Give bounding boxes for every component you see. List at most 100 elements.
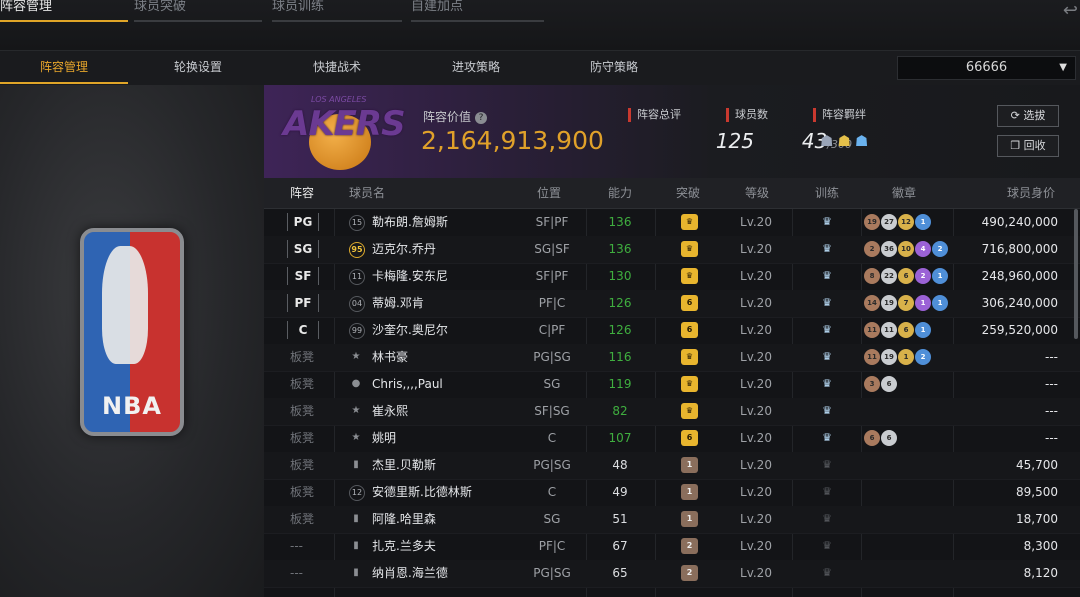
slot-badge: SG bbox=[287, 240, 319, 258]
header-ability[interactable]: 能力 bbox=[608, 178, 632, 208]
player-ability: 119 bbox=[608, 377, 632, 391]
badge-icon: 11 bbox=[881, 322, 897, 338]
slot-label: 板凳 bbox=[290, 485, 315, 499]
player-name[interactable]: Chris,,,,Paul bbox=[372, 371, 443, 398]
sub-tab-rotation[interactable]: 轮换设置 bbox=[138, 51, 258, 84]
header-name[interactable]: 球员名 bbox=[349, 178, 385, 208]
player-name[interactable]: 杰里.贝勒斯 bbox=[372, 452, 436, 479]
header-position[interactable]: 位置 bbox=[537, 178, 561, 208]
slot-label: 板凳 bbox=[290, 431, 315, 445]
exit-icon[interactable]: ↩ bbox=[1063, 0, 1078, 21]
slot-badge: C bbox=[287, 321, 319, 339]
header-slot[interactable]: 阵容 bbox=[290, 178, 314, 208]
slot-badge: PG bbox=[287, 213, 319, 231]
help-icon[interactable]: ? bbox=[475, 112, 488, 124]
slot-label: 板凳 bbox=[290, 458, 315, 472]
jersey-number-icon: ★ bbox=[351, 351, 361, 362]
player-level: Lv.20 bbox=[740, 323, 772, 337]
table-row[interactable]: 板凳 12 安德里斯.比德林斯 C 49 1 Lv.20 ♛ 89,500 bbox=[264, 479, 1080, 507]
recycle-button[interactable]: ❐ 回收 bbox=[997, 135, 1059, 157]
player-name[interactable]: 崔永熙 bbox=[372, 398, 408, 425]
top-tab-training[interactable]: 球员训练 bbox=[272, 0, 402, 22]
player-position: C bbox=[547, 485, 557, 499]
synergy-icon-1: ☗ bbox=[820, 132, 834, 150]
slot-label: --- bbox=[290, 566, 303, 580]
badge-icon: 1 bbox=[915, 214, 931, 230]
badge-icon: 19 bbox=[881, 349, 897, 365]
table-header: 阵容 球员名 位置 能力 突破 等级 训练 徽章 球员身价 bbox=[264, 178, 1080, 209]
top-tab-lineup[interactable]: 阵容管理 bbox=[0, 0, 128, 22]
lineup-dropdown[interactable]: 66666 ▼ bbox=[897, 56, 1076, 80]
badge-icon: 36 bbox=[881, 241, 897, 257]
nba-logo: NBA bbox=[80, 228, 184, 436]
sub-tab-offense[interactable]: 进攻策略 bbox=[416, 51, 536, 84]
player-name[interactable]: 卡梅隆.安东尼 bbox=[372, 263, 448, 290]
player-name[interactable]: 安德里斯.比德林斯 bbox=[372, 479, 472, 506]
player-value: 89,500 bbox=[1016, 485, 1058, 499]
badge-icon: 6 bbox=[881, 430, 897, 446]
player-name[interactable]: 姚明 bbox=[372, 425, 396, 452]
player-name[interactable]: 蒂姆.邓肯 bbox=[372, 290, 424, 317]
player-name[interactable]: 迈克尔.乔丹 bbox=[372, 236, 436, 263]
badge-icon: 2 bbox=[864, 241, 880, 257]
player-value: 45,700 bbox=[1016, 458, 1058, 472]
header-badges[interactable]: 徽章 bbox=[892, 178, 916, 208]
player-position: SF|PF bbox=[535, 215, 569, 229]
breakthrough-icon: ♛ bbox=[681, 376, 698, 392]
table-scrollbar[interactable] bbox=[1074, 209, 1078, 339]
training-icon: ♛ bbox=[822, 242, 832, 255]
table-row[interactable]: 板凳 ★ 林书豪 PG|SG 116 ♛ Lv.20 ♛ 11 19 1 2 --- bbox=[264, 344, 1080, 372]
table-row[interactable]: --- ▮ 纳肖恩.海兰德 PG|SG 65 2 Lv.20 ♛ 8,120 bbox=[264, 560, 1080, 588]
sub-tab-defense[interactable]: 防守策略 bbox=[554, 51, 674, 84]
table-row[interactable]: 板凳 ▮ 杰里.贝勒斯 PG|SG 48 1 Lv.20 ♛ 45,700 bbox=[264, 452, 1080, 480]
table-row[interactable]: C 99 沙奎尔.奥尼尔 C|PF 126 6 Lv.20 ♛ 11 11 6 1 259,520,00… bbox=[264, 317, 1080, 345]
player-value: 8,120 bbox=[1023, 566, 1058, 580]
top-nav: 阵容管理 球员突破 球员训练 自建加点 ↩ bbox=[0, 0, 1080, 50]
table-row[interactable]: 板凳 ● Chris,,,,Paul SG 119 ♛ Lv.20 ♛ 3 6 --- bbox=[264, 371, 1080, 399]
table-row[interactable]: SF 11 卡梅隆.安东尼 SF|PF 130 ♛ Lv.20 ♛ 8 22 6 2 1 248,960,… bbox=[264, 263, 1080, 291]
table-row[interactable]: 板凳 ★ 崔永熙 SF|SG 82 ♛ Lv.20 ♛ --- bbox=[264, 398, 1080, 426]
player-name[interactable]: 阿隆.哈里森 bbox=[372, 506, 436, 533]
synergy-icons[interactable]: ☗ ☗ ☗ bbox=[820, 132, 872, 150]
top-tab-custom-points[interactable]: 自建加点 bbox=[411, 0, 544, 22]
synergy-icon-2: ☗ bbox=[837, 132, 851, 150]
sub-tab-quick-tactics[interactable]: 快捷战术 bbox=[277, 51, 397, 84]
breakthrough-icon: ♛ bbox=[681, 214, 698, 230]
player-ability: 51 bbox=[612, 512, 628, 526]
slot-label: 板凳 bbox=[290, 512, 315, 526]
table-row[interactable]: 板凳 ★ 姚明 C 107 6 Lv.20 ♛ 6 6 --- bbox=[264, 425, 1080, 453]
table-row[interactable]: --- ▮ 扎克.兰多夫 PF|C 67 2 Lv.20 ♛ 8,300 bbox=[264, 533, 1080, 561]
badge-icon: 22 bbox=[881, 268, 897, 284]
badge-icon: 2 bbox=[915, 268, 931, 284]
player-value: --- bbox=[1045, 350, 1058, 364]
slot-label: 板凳 bbox=[290, 377, 315, 391]
player-level: Lv.20 bbox=[740, 242, 772, 256]
header-value[interactable]: 球员身价 bbox=[1007, 178, 1055, 208]
badge-icon: 7 bbox=[898, 295, 914, 311]
table-row[interactable]: PF 04 蒂姆.邓肯 PF|C 126 6 Lv.20 ♛ 14 19 7 1 1 306,240,00… bbox=[264, 290, 1080, 318]
table-row[interactable]: PG 15 勒布朗.詹姆斯 SF|PF 136 ♛ Lv.20 ♛ 19 27 12 1 490,240… bbox=[264, 209, 1080, 237]
jersey-number-icon: ★ bbox=[351, 432, 361, 443]
player-name[interactable]: 勒布朗.詹姆斯 bbox=[372, 209, 448, 236]
player-name[interactable]: 林书豪 bbox=[372, 344, 408, 371]
player-position: SG bbox=[543, 377, 561, 391]
header-level[interactable]: 等级 bbox=[745, 178, 769, 208]
player-level: Lv.20 bbox=[740, 377, 772, 391]
pick-button[interactable]: ⟳ 选拔 bbox=[997, 105, 1059, 127]
table-row[interactable]: SG 95 迈克尔.乔丹 SG|SF 136 ♛ Lv.20 ♛ 2 36 10 4 2 716,800,… bbox=[264, 236, 1080, 264]
player-name[interactable]: 扎克.兰多夫 bbox=[372, 533, 436, 560]
player-position: C bbox=[547, 431, 557, 445]
player-value: 490,240,000 bbox=[981, 215, 1058, 229]
sub-tab-lineup[interactable]: 阵容管理 bbox=[0, 51, 128, 84]
player-name[interactable]: 沙奎尔.奥尼尔 bbox=[372, 317, 448, 344]
table-row[interactable]: 板凳 ▮ 阿隆.哈里森 SG 51 1 Lv.20 ♛ 18,700 bbox=[264, 506, 1080, 534]
top-tab-breakthrough[interactable]: 球员突破 bbox=[134, 0, 262, 22]
badge-icon: 6 bbox=[898, 268, 914, 284]
player-name[interactable]: 纳肖恩.海兰德 bbox=[372, 560, 448, 587]
player-ability: 126 bbox=[608, 323, 632, 337]
badge-list: 19 27 12 1 bbox=[864, 214, 932, 232]
team-logo: LOS ANGELES AKERS bbox=[283, 92, 407, 176]
player-level: Lv.20 bbox=[740, 512, 772, 526]
header-training[interactable]: 训练 bbox=[815, 178, 839, 208]
header-breakthrough[interactable]: 突破 bbox=[676, 178, 700, 208]
